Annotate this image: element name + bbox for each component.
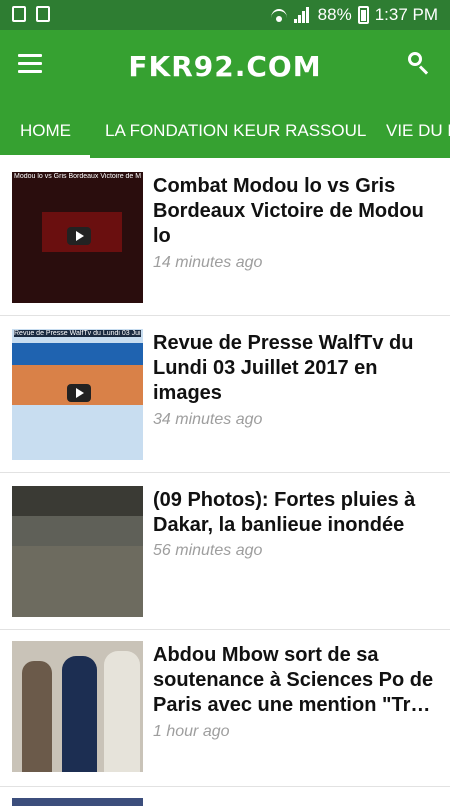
article-title[interactable]: Revue de Presse WalfTv du Lundi 03 Juill… [153,331,440,406]
notification-icon [12,6,26,22]
article-title[interactable]: (09 Photos): Fortes pluies à Dakar, la b… [153,488,440,538]
status-bar: 88% 1:37 PM [0,0,450,30]
thumbnail-caption: Revue de Presse WalfTv du Lundi 03 Juill… [14,330,141,337]
document-icon [36,6,50,22]
list-item[interactable] [0,786,450,806]
clock: 1:37 PM [374,5,438,24]
app-logo: FKR92.COM [128,50,322,83]
article-time: 14 minutes ago [153,254,263,271]
article-thumbnail[interactable]: Modou lo vs Gris Bordeaux Victoire de Mo… [12,172,143,303]
tab-la-fondation-keur-rassoul[interactable]: LA FONDATION KEUR RASSOUL [105,100,366,158]
play-icon[interactable] [67,384,91,402]
category-tabs: HOME LA FONDATION KEUR RASSOUL VIE DU P [0,100,450,158]
article-thumbnail[interactable]: Revue de Presse WalfTv du Lundi 03 Juill… [12,329,143,460]
article-thumbnail[interactable] [12,798,143,806]
list-item[interactable]: Revue de Presse WalfTv du Lundi 03 Juill… [0,315,450,473]
tab-vie-du[interactable]: VIE DU P [386,100,450,158]
tab-home[interactable]: HOME [20,100,71,158]
signal-icon [293,7,312,23]
article-title[interactable]: Abdou Mbow sort de sa soutenance à Scien… [153,643,440,718]
article-title[interactable]: Combat Modou lo vs Gris Bordeaux Victoir… [153,174,440,249]
list-item[interactable]: Modou lo vs Gris Bordeaux Victoire de Mo… [0,158,450,316]
article-thumbnail[interactable] [12,641,143,772]
article-thumbnail[interactable] [12,486,143,617]
list-item[interactable]: (09 Photos): Fortes pluies à Dakar, la b… [0,472,450,630]
article-time: 1 hour ago [153,723,230,740]
wifi-icon [270,7,288,23]
battery-icon [357,6,369,24]
thumbnail-caption: Modou lo vs Gris Bordeaux Victoire de Mo… [14,173,141,180]
play-icon[interactable] [67,227,91,245]
app-bar: FKR92.COM [0,30,450,100]
article-time: 34 minutes ago [153,411,263,428]
search-icon[interactable] [408,52,430,75]
article-time: 56 minutes ago [153,542,263,559]
battery-percent: 88% [317,5,352,24]
list-item[interactable]: Abdou Mbow sort de sa soutenance à Scien… [0,629,450,787]
